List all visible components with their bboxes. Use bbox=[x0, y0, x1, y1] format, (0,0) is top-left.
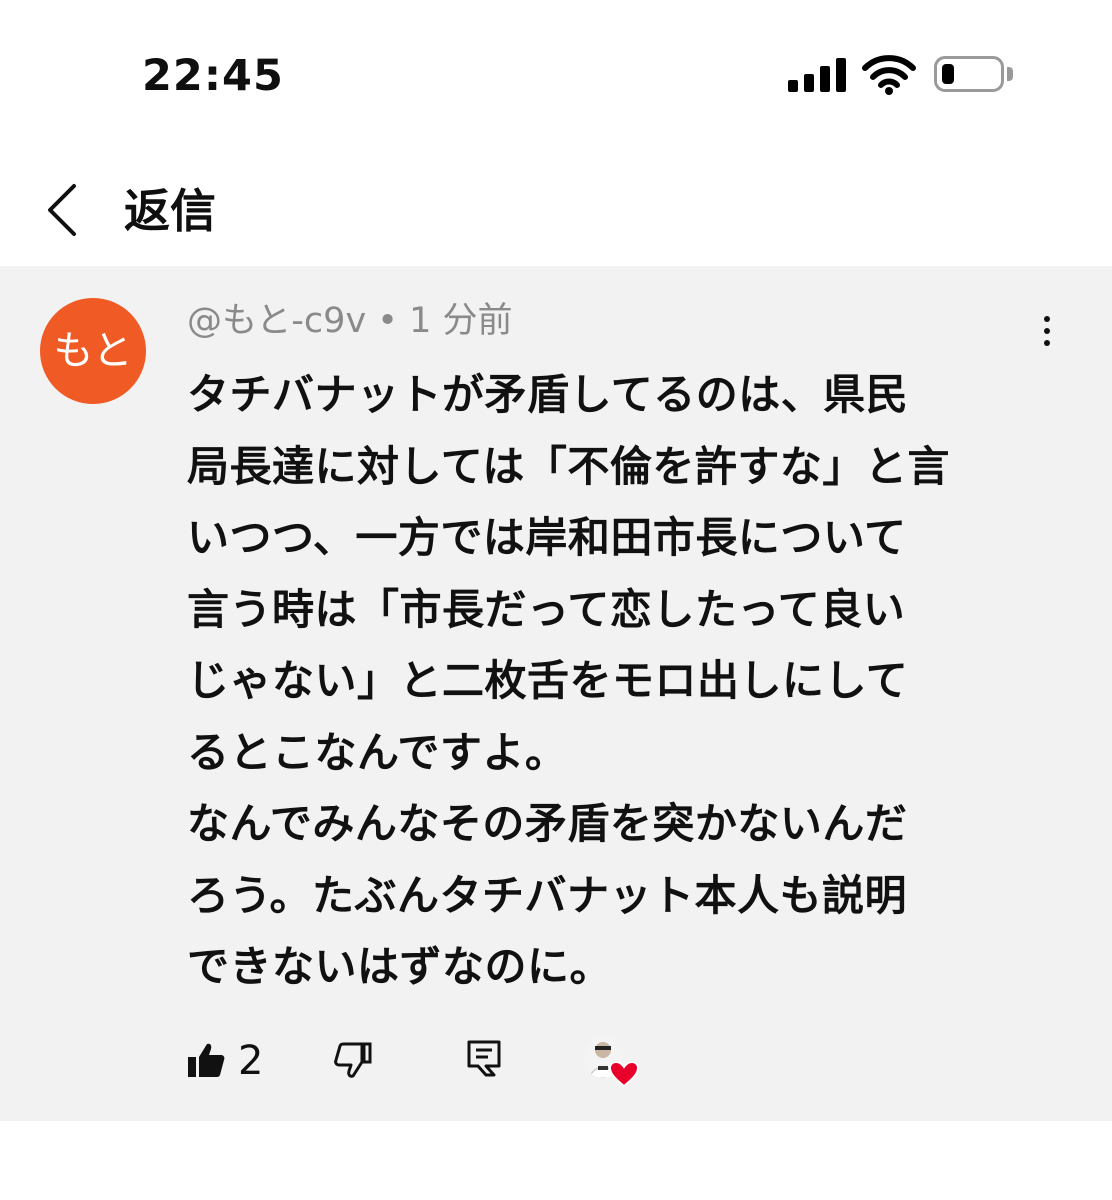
reply-icon[interactable] bbox=[464, 1038, 504, 1078]
battery-tip bbox=[1007, 67, 1013, 81]
more-vertical-icon[interactable] bbox=[1022, 306, 1072, 356]
comment-actions: 2 bbox=[0, 1026, 1112, 1096]
creator-heart-icon bbox=[584, 1036, 640, 1092]
page-title: 返信 bbox=[124, 184, 216, 238]
wifi-icon bbox=[862, 55, 916, 95]
like-count: 2 bbox=[238, 1038, 264, 1084]
chevron-left-icon[interactable] bbox=[36, 180, 90, 240]
signal-icon bbox=[788, 56, 848, 92]
comment-author[interactable]: @もと-c9v bbox=[187, 301, 366, 341]
battery-icon bbox=[934, 56, 1004, 92]
comment-text: タチバナットが矛盾してるのは、県民 局長達に対しては「不倫を許すな」と言 いつつ… bbox=[187, 370, 950, 991]
header: 返信 bbox=[0, 150, 1112, 266]
heart-icon bbox=[608, 1060, 640, 1088]
thumbs-up-icon[interactable] bbox=[186, 1040, 226, 1080]
comment-card: もと @もと-c9v • 1 分前 タチバナットが矛盾してるのは、県民 局長達に… bbox=[0, 266, 1112, 1121]
status-time: 22:45 bbox=[142, 51, 284, 101]
thumbs-down-icon[interactable] bbox=[332, 1040, 372, 1080]
status-bar: 22:45 bbox=[0, 0, 1112, 150]
comment-meta: @もと-c9v • 1 分前 bbox=[187, 296, 512, 346]
battery-level bbox=[942, 64, 954, 84]
avatar[interactable]: もと bbox=[40, 298, 146, 404]
comment-timestamp: 1 分前 bbox=[409, 301, 513, 341]
meta-separator: • bbox=[366, 301, 410, 341]
